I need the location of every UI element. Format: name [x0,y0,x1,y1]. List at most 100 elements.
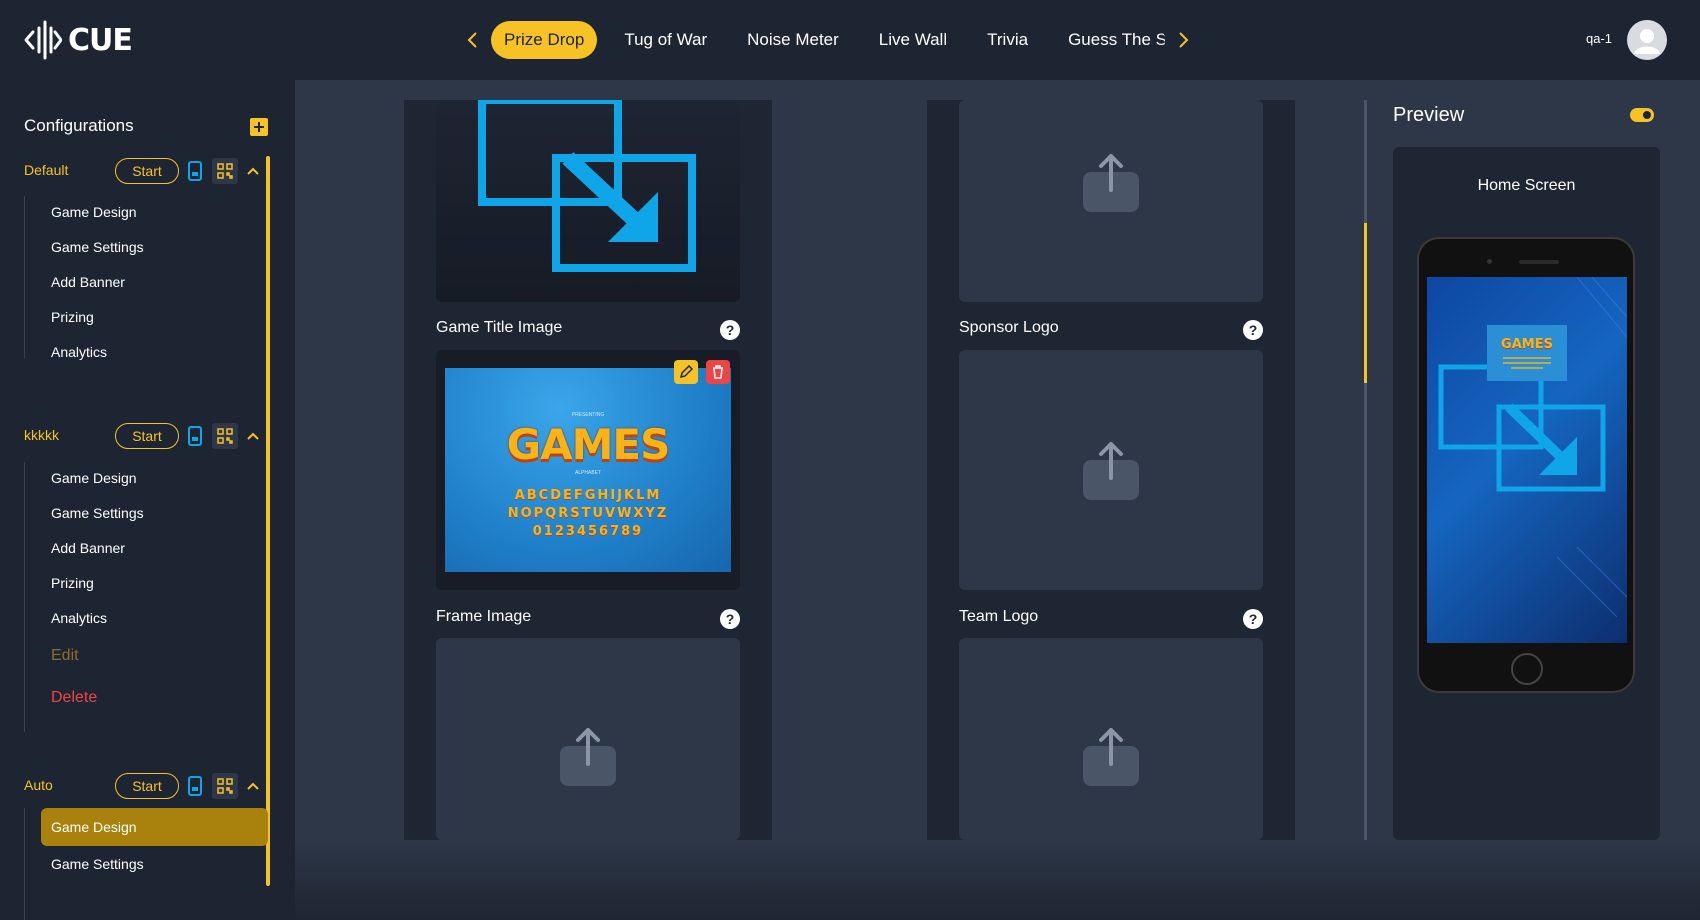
help-icon[interactable]: ? [720,609,740,629]
help-icon[interactable]: ? [1243,609,1263,629]
edit-image-button[interactable] [674,360,698,384]
alphabet-row-1: ABCDEFGHIJKLM [514,488,662,503]
presenting-text: PRESENTING [571,412,605,418]
asset-column-right: Sponsor Logo ? Team Logo ? [927,100,1295,840]
collapse-button[interactable] [246,428,260,446]
phone-mockup: GAMES [1417,237,1635,693]
upload-icon [1083,728,1139,786]
phone-preview-icon[interactable] [188,776,202,801]
menu-analytics[interactable]: Analytics [51,344,107,360]
user-avatar[interactable] [1627,20,1667,60]
plus-icon [254,122,264,132]
chevron-left-icon [467,32,477,48]
upload-icon [1083,154,1139,212]
menu-prizing[interactable]: Prizing [51,309,94,325]
menu-edit[interactable]: Edit [51,647,79,665]
tab-live-wall[interactable]: Live Wall [866,21,960,59]
mini-games-image: GAMES [1487,325,1567,381]
tab-noise-meter[interactable]: Noise Meter [734,21,852,59]
preview-card: Home Screen GAMES [1393,147,1660,840]
menu-game-design[interactable]: Game Design [51,470,137,486]
delete-image-button[interactable] [706,360,730,384]
config-row-kkkkk: kkkkk Start [24,423,274,449]
frame-image-preview: PRESENTING GAMES ALPHABET ABCDEFGHIJKLM … [445,368,731,572]
config-row-default: Default Start [24,158,274,184]
menu-game-settings[interactable]: Game Settings [51,505,144,521]
qr-code-icon [217,778,233,794]
upload-icon [560,728,616,786]
chevron-right-icon [1179,32,1189,48]
game-tabs: Prize Drop Tug of War Noise Meter Live W… [460,21,1196,59]
preview-screen-title: Home Screen [1477,177,1576,194]
empty-upload-slot[interactable] [959,638,1263,840]
tab-guess-the-score[interactable]: Guess The Sc [1055,21,1165,59]
sponsor-logo-label: Sponsor Logo [959,319,1059,336]
sidebar-title: Configurations [24,116,134,135]
team-logo-label: Team Logo [959,608,1039,625]
start-button[interactable]: Start [115,158,179,184]
game-title-image-slot[interactable] [436,100,740,302]
tab-prize-drop[interactable]: Prize Drop [491,21,598,59]
preview-scrollbar-thumb[interactable] [1364,223,1367,383]
tab-tug-of-war[interactable]: Tug of War [611,21,720,59]
sidebar: Configurations Default Start Game Design… [0,80,295,920]
top-bar: CUE Prize Drop Tug of War Noise Meter Li… [0,0,1700,80]
add-configuration-button[interactable] [250,118,268,136]
phone-preview-icon[interactable] [188,426,202,451]
menu-analytics[interactable]: Analytics [51,610,107,626]
user-icon [1634,29,1660,54]
menu-game-design[interactable]: Game Design [51,204,137,220]
collapse-button[interactable] [246,778,260,796]
cue-logo-icon [24,20,62,60]
game-title-image-label: Game Title Image [436,319,563,336]
menu-prizing[interactable]: Prizing [51,575,94,591]
config-menu-auto: Game Design Game Settings [24,808,268,920]
config-name[interactable]: Auto [24,777,53,793]
team-logo-slot[interactable] [959,350,1263,590]
qr-code-button[interactable] [212,773,238,799]
menu-add-banner[interactable]: Add Banner [51,540,125,556]
config-menu-default: Game Design Game Settings Add Banner Pri… [24,196,144,360]
start-button[interactable]: Start [115,773,179,799]
menu-add-banner[interactable]: Add Banner [51,274,125,290]
menu-game-settings[interactable]: Game Settings [51,856,144,872]
empty-upload-slot[interactable] [436,638,740,840]
start-button[interactable]: Start [115,423,179,449]
nav-next-button[interactable] [1172,21,1196,59]
games-title-text: GAMES [506,420,671,469]
config-name[interactable]: Default [24,162,68,178]
config-name[interactable]: kkkkk [24,427,59,443]
frame-image-slot[interactable]: PRESENTING GAMES ALPHABET ABCDEFGHIJKLM … [436,350,740,590]
collapse-button[interactable] [246,163,260,181]
menu-game-settings[interactable]: Game Settings [51,239,144,255]
help-icon[interactable]: ? [1243,320,1263,340]
nav-prev-button[interactable] [460,21,484,59]
phone-preview-icon[interactable] [188,161,202,186]
qr-code-icon [217,428,233,444]
brand-logo[interactable]: CUE [24,20,133,60]
mini-games-text: GAMES [1501,337,1553,352]
config-menu-kkkkk: Game Design Game Settings Add Banner Pri… [24,462,144,732]
qr-code-button[interactable] [212,158,238,184]
user-name: qa-1 [1586,31,1613,46]
config-row-auto: Auto Start [24,773,274,799]
help-icon[interactable]: ? [720,320,740,340]
phone-screen: GAMES [1427,277,1627,643]
preview-title: Preview [1393,104,1465,126]
menu-delete[interactable]: Delete [51,689,97,707]
menu-game-design[interactable]: Game Design [41,808,268,846]
alphabet-text: ALPHABET [574,470,602,476]
preview-toggle[interactable] [1630,108,1654,122]
preview-scrollbar-track [1364,100,1367,840]
chevron-up-icon [247,167,259,175]
qr-code-icon [217,163,233,179]
frame-image-label: Frame Image [436,608,532,625]
chevron-up-icon [247,432,259,440]
sponsor-logo-slot[interactable] [959,100,1263,302]
tab-trivia[interactable]: Trivia [974,21,1041,59]
mini-row [1503,362,1551,364]
qr-code-button[interactable] [212,423,238,449]
asset-column-left: Game Title Image ? PRESENTING GAMES ALPH… [404,100,772,840]
footer-band [295,840,1700,920]
expand-arrow-image [478,100,696,272]
